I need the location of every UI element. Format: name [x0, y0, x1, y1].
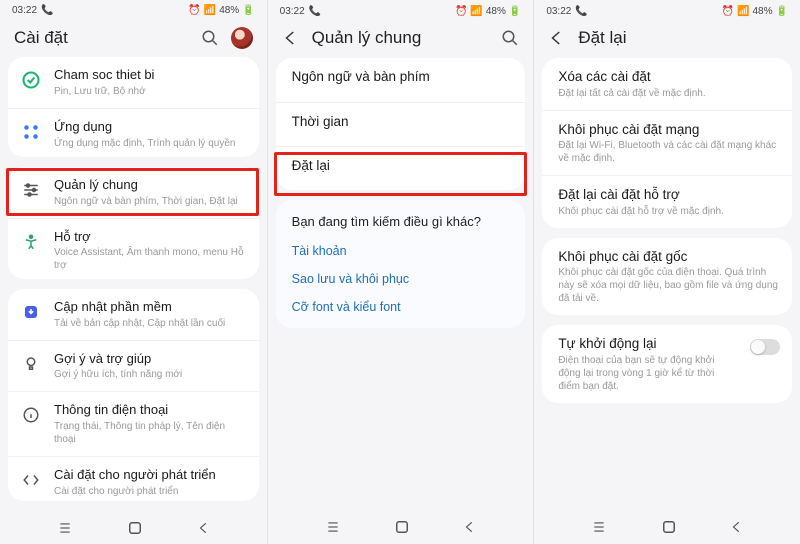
status-bar: 03:22📞 ⏰📶48%🔋	[268, 0, 534, 22]
accessibility-icon	[20, 231, 42, 253]
row-time[interactable]: Thời gian	[276, 102, 526, 146]
row-reset-accessibility[interactable]: Đặt lại cài đặt hỗ trợKhôi phục cài đặt …	[542, 175, 792, 228]
card-more: Bạn đang tìm kiếm điều gì khác? Tài khoả…	[276, 200, 526, 328]
screen-general-management: 03:22📞 ⏰📶48%🔋 Quản lý chung Ngôn ngữ và …	[267, 0, 534, 544]
page-title: Đặt lại	[578, 28, 786, 48]
row-software-update[interactable]: Cập nhật phần mềmTải về bản cập nhật, Cậ…	[8, 289, 259, 340]
search-icon[interactable]	[501, 29, 519, 47]
update-icon	[20, 301, 42, 323]
back-icon[interactable]	[282, 29, 300, 47]
search-icon[interactable]	[201, 29, 219, 47]
apps-icon	[20, 121, 42, 143]
avatar[interactable]	[231, 27, 253, 49]
screen-settings: 03:22📞 ⏰📶48%🔋 Cài đặt Cham soc thiet biP…	[0, 0, 267, 544]
sliders-icon	[20, 179, 42, 201]
row-apps[interactable]: Ứng dụngỨng dụng mặc định, Trình quản lý…	[8, 108, 259, 157]
screen-reset: 03:22📞 ⏰📶48%🔋 Đặt lại Xóa các cài đặtĐặt…	[533, 0, 800, 544]
row-general-management[interactable]: Quản lý chungNgôn ngữ và bàn phím, Thời …	[8, 167, 259, 218]
status-bar: 03:22📞 ⏰📶48%🔋	[534, 0, 800, 22]
header: Đặt lại	[534, 22, 800, 58]
row-device-care[interactable]: Cham soc thiet biPin, Lưu trữ, Bộ nhớ	[8, 57, 259, 108]
link-accounts[interactable]: Tài khoản	[276, 237, 526, 265]
code-icon	[20, 469, 42, 491]
card-device: Cham soc thiet biPin, Lưu trữ, Bộ nhớ Ứn…	[8, 57, 259, 156]
nav-bar	[0, 511, 267, 544]
link-backup[interactable]: Sao lưu và khôi phục	[276, 265, 526, 293]
link-font[interactable]: Cỡ font và kiểu font	[276, 293, 526, 328]
row-factory-reset[interactable]: Khôi phục cài đặt gốcKhôi phục cài đặt g…	[542, 238, 792, 316]
nav-bar	[534, 510, 800, 544]
tips-icon	[20, 353, 42, 375]
nav-bar	[268, 510, 534, 544]
status-time: 03:22	[12, 5, 37, 16]
nav-recents[interactable]	[324, 520, 342, 534]
nav-back[interactable]	[463, 518, 477, 536]
info-icon	[20, 404, 42, 426]
card-autorestart: Tự khởi động lạiĐiện thoại của bạn sẽ tự…	[542, 325, 792, 403]
card-general: Quản lý chungNgôn ngữ và bàn phím, Thời …	[8, 167, 259, 279]
page-title: Cài đặt	[14, 28, 189, 48]
card-reset-options: Xóa các cài đặtĐặt lại tất cả cài đặt về…	[542, 58, 792, 228]
nav-home[interactable]	[393, 518, 411, 536]
nav-home[interactable]	[126, 519, 144, 537]
card-options: Ngôn ngữ và bàn phím Thời gian Đặt lại	[276, 58, 526, 190]
row-delete-settings[interactable]: Xóa các cài đặtĐặt lại tất cả cài đặt về…	[542, 58, 792, 110]
row-developer[interactable]: Cài đặt cho người phát triểnCài đặt cho …	[8, 456, 259, 501]
row-language[interactable]: Ngôn ngữ và bàn phím	[276, 58, 526, 102]
row-reset[interactable]: Đặt lại	[276, 146, 526, 190]
status-bar: 03:22📞 ⏰📶48%🔋	[0, 0, 267, 21]
page-title: Quản lý chung	[312, 28, 490, 48]
card-factory: Khôi phục cài đặt gốcKhôi phục cài đặt g…	[542, 238, 792, 316]
nav-home[interactable]	[660, 518, 678, 536]
row-accessibility[interactable]: Hỗ trợVoice Assistant, Âm thanh mono, me…	[8, 218, 259, 279]
auto-restart-toggle[interactable]	[750, 339, 780, 355]
care-icon	[20, 69, 42, 91]
nav-recents[interactable]	[590, 520, 608, 534]
card-system: Cập nhật phần mềmTải về bản cập nhật, Cậ…	[8, 289, 259, 501]
row-auto-restart[interactable]: Tự khởi động lạiĐiện thoại của bạn sẽ tự…	[542, 325, 792, 403]
row-about-phone[interactable]: Thông tin điện thoạiTrạng thái, Thông ti…	[8, 391, 259, 456]
row-tips[interactable]: Gợi ý và trợ giúpGợi ý hữu ích, tính năn…	[8, 340, 259, 392]
looking-for-label: Bạn đang tìm kiếm điều gì khác?	[276, 200, 526, 237]
header: Quản lý chung	[268, 22, 534, 58]
header: Cài đặt	[0, 21, 267, 59]
nav-back[interactable]	[197, 519, 211, 537]
row-reset-network[interactable]: Khôi phục cài đặt mạngĐặt lại Wi-Fi, Blu…	[542, 110, 792, 176]
back-icon[interactable]	[548, 29, 566, 47]
status-battery: 48%	[219, 5, 239, 16]
nav-back[interactable]	[730, 518, 744, 536]
nav-recents[interactable]	[56, 521, 74, 535]
